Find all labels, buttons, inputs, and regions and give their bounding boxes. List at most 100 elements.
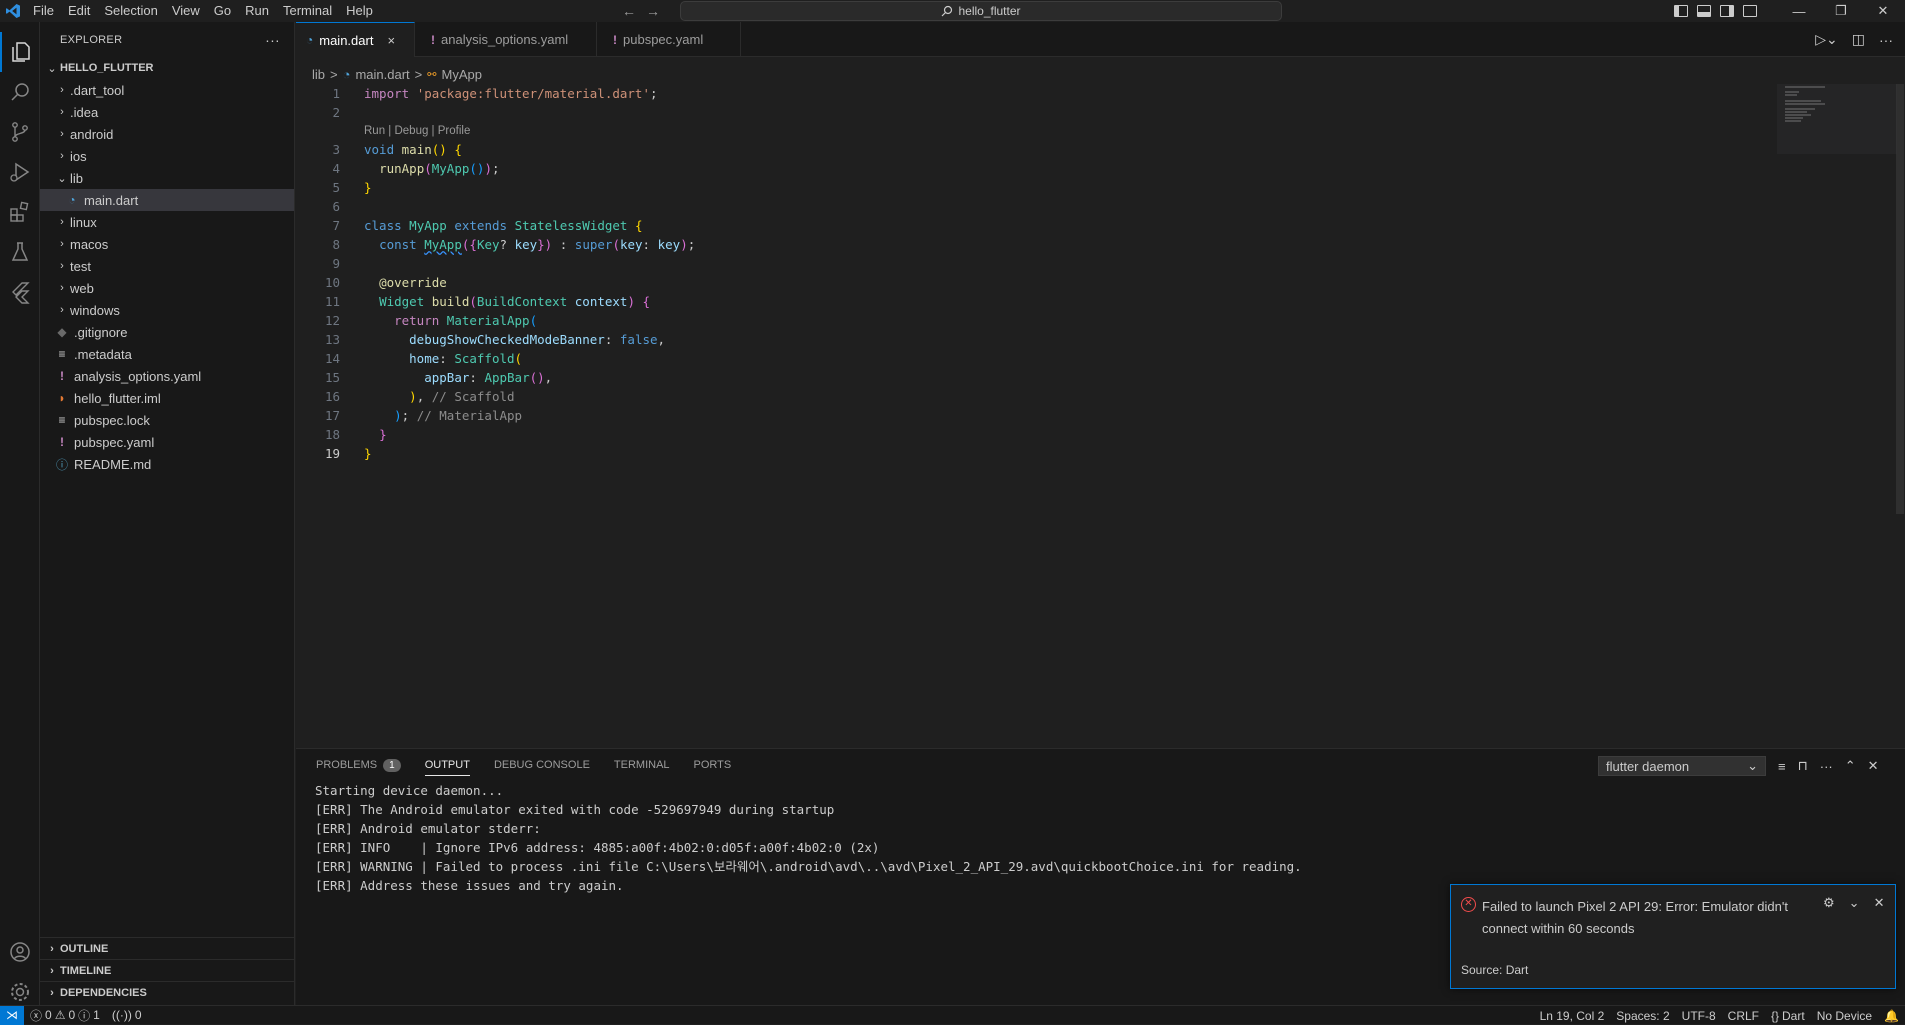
status-bar: ⋊ ⓧ 0 ⚠ 0 ⓘ 1 ((·)) 0 Ln 19, Col 2 Spaces: 2… xyxy=(0,1005,1905,1025)
tree-item-lib[interactable]: ⌄ lib xyxy=(40,167,294,189)
outline-section[interactable]: › OUTLINE xyxy=(40,937,295,959)
dependencies-section[interactable]: › DEPENDENCIES xyxy=(40,981,295,1003)
exclamation-icon: ! xyxy=(431,32,435,47)
toggle-panel-icon[interactable] xyxy=(1697,5,1711,17)
tree-item-analysis-options[interactable]: ! analysis_options.yaml xyxy=(40,365,294,387)
menu-view[interactable]: View xyxy=(165,0,207,22)
device-selector[interactable]: No Device xyxy=(1811,1009,1878,1023)
notifications-bell-icon[interactable]: 🔔 xyxy=(1878,1009,1905,1023)
output-channel-select[interactable]: flutter daemon ⌄ xyxy=(1598,756,1766,776)
close-notification-icon[interactable]: ✕ xyxy=(1874,895,1885,911)
tab-debug-console[interactable]: DEBUG CONSOLE xyxy=(494,759,590,771)
chevron-right-icon: › xyxy=(50,964,54,977)
remote-indicator-icon[interactable]: ⋊ xyxy=(0,1005,24,1025)
tree-item-test[interactable]: › test xyxy=(40,255,294,277)
cursor-position[interactable]: Ln 19, Col 2 xyxy=(1534,1009,1611,1023)
tree-item-label: pubspec.lock xyxy=(74,412,150,428)
codelens-run-debug-profile[interactable]: Run | Debug | Profile xyxy=(364,125,470,137)
class-symbol-icon: ⚯ xyxy=(427,68,437,81)
menu-go[interactable]: Go xyxy=(207,0,238,22)
breadcrumb-file[interactable]: main.dart xyxy=(355,67,409,82)
tree-item-dart-tool[interactable]: › .dart_tool xyxy=(40,79,294,101)
code-editor[interactable]: 1 import 'package:flutter/material.dart';… xyxy=(296,84,1776,747)
breadcrumb-symbol[interactable]: MyApp xyxy=(441,67,481,82)
account-icon[interactable] xyxy=(0,932,40,972)
tab-ports[interactable]: PORTS xyxy=(694,759,732,771)
info-icon: ⓘ xyxy=(78,1008,91,1023)
tree-item-readme[interactable]: ⓘ README.md xyxy=(40,453,294,475)
notification-settings-gear-icon[interactable]: ⚙ xyxy=(1823,895,1835,911)
tree-item-label: test xyxy=(70,258,91,274)
more-actions-icon[interactable]: ··· xyxy=(1820,759,1833,774)
tree-item-web[interactable]: › web xyxy=(40,277,294,299)
customize-layout-icon[interactable] xyxy=(1743,5,1757,17)
tree-item-windows[interactable]: › windows xyxy=(40,299,294,321)
indentation[interactable]: Spaces: 2 xyxy=(1610,1009,1675,1023)
menu-file[interactable]: File xyxy=(26,0,61,22)
menu-run[interactable]: Run xyxy=(238,0,276,22)
toggle-primary-sidebar-icon[interactable] xyxy=(1674,5,1688,17)
lock-scroll-icon[interactable]: ⊓ xyxy=(1798,758,1808,774)
line-number: 7 xyxy=(332,218,340,233)
tab-pubspec-yaml[interactable]: ! pubspec.yaml xyxy=(597,22,741,57)
close-window-icon[interactable]: ✕ xyxy=(1862,3,1904,19)
output-line: [ERR] WARNING | Failed to process .ini f… xyxy=(315,859,1302,874)
tree-item-ios[interactable]: › ios xyxy=(40,145,294,167)
menu-help[interactable]: Help xyxy=(339,0,380,22)
search-activity-icon[interactable] xyxy=(0,72,40,112)
tree-item-label: web xyxy=(70,280,94,296)
timeline-section[interactable]: › TIMELINE xyxy=(40,959,295,981)
tree-item-main-dart[interactable]: ◔ main.dart xyxy=(40,189,294,211)
explorer-more-icon[interactable]: ··· xyxy=(265,32,280,48)
breadcrumb-lib[interactable]: lib xyxy=(312,67,325,82)
explorer-icon[interactable] xyxy=(0,32,40,72)
project-root[interactable]: ⌄ HELLO_FLUTTER xyxy=(40,57,294,79)
ports-status[interactable]: ((·)) 0 xyxy=(106,1008,148,1022)
encoding[interactable]: UTF-8 xyxy=(1676,1009,1722,1023)
tree-item-linux[interactable]: › linux xyxy=(40,211,294,233)
testing-flask-icon[interactable] xyxy=(0,232,40,272)
tab-analysis-options[interactable]: ! analysis_options.yaml xyxy=(415,22,597,57)
chevron-down-icon[interactable]: ⌄ xyxy=(1849,895,1860,911)
line-ending[interactable]: CRLF xyxy=(1722,1009,1765,1023)
forward-arrow-icon[interactable]: → xyxy=(646,3,660,19)
run-debug-dropdown-icon[interactable]: ▷⌄ xyxy=(1815,31,1838,48)
tree-item-pubspec-yaml[interactable]: ! pubspec.yaml xyxy=(40,431,294,453)
split-editor-icon[interactable]: ◫ xyxy=(1852,31,1865,48)
maximize-panel-icon[interactable]: ⌃ xyxy=(1845,758,1856,774)
source-control-icon[interactable] xyxy=(0,112,40,152)
close-panel-icon[interactable]: ✕ xyxy=(1868,758,1879,774)
tab-problems[interactable]: PROBLEMS 1 xyxy=(316,758,401,772)
tree-item-macos[interactable]: › macos xyxy=(40,233,294,255)
back-arrow-icon[interactable]: ← xyxy=(622,3,636,19)
chevron-right-icon: › xyxy=(60,128,64,140)
menu-terminal[interactable]: Terminal xyxy=(276,0,339,22)
clear-output-icon[interactable]: ≡ xyxy=(1778,759,1786,774)
close-tab-icon[interactable]: × xyxy=(387,33,395,48)
toggle-secondary-sidebar-icon[interactable] xyxy=(1720,5,1734,17)
menu-selection[interactable]: Selection xyxy=(97,0,164,22)
tree-item-idea[interactable]: › .idea xyxy=(40,101,294,123)
flutter-icon[interactable] xyxy=(0,272,40,312)
extensions-icon[interactable] xyxy=(0,192,40,232)
window-controls: — ❐ ✕ xyxy=(1778,0,1904,22)
restore-icon[interactable]: ❐ xyxy=(1820,3,1862,19)
tree-item-metadata[interactable]: ≡ .metadata xyxy=(40,343,294,365)
editor-scrollbar[interactable] xyxy=(1896,84,1904,514)
tree-item-android[interactable]: › android xyxy=(40,123,294,145)
language-mode[interactable]: {} Dart xyxy=(1765,1009,1811,1023)
command-center[interactable]: hello_flutter xyxy=(680,1,1282,21)
tree-item-gitignore[interactable]: ◆ .gitignore xyxy=(40,321,294,343)
tree-item-pubspec-lock[interactable]: ≡ pubspec.lock xyxy=(40,409,294,431)
tab-output[interactable]: OUTPUT xyxy=(424,759,470,776)
menu-bar: File Edit Selection View Go Run Terminal… xyxy=(26,0,380,22)
more-actions-icon[interactable]: ··· xyxy=(1879,32,1893,48)
menu-edit[interactable]: Edit xyxy=(61,0,97,22)
minimap[interactable] xyxy=(1777,84,1897,154)
tree-item-iml[interactable]: ◗ hello_flutter.iml xyxy=(40,387,294,409)
minimize-icon[interactable]: — xyxy=(1778,4,1820,19)
tab-terminal[interactable]: TERMINAL xyxy=(614,759,670,771)
tab-main-dart[interactable]: ◔ main.dart × xyxy=(296,22,415,57)
problems-status[interactable]: ⓧ 0 ⚠ 0 ⓘ 1 xyxy=(24,1007,106,1024)
run-debug-icon[interactable] xyxy=(0,152,40,192)
